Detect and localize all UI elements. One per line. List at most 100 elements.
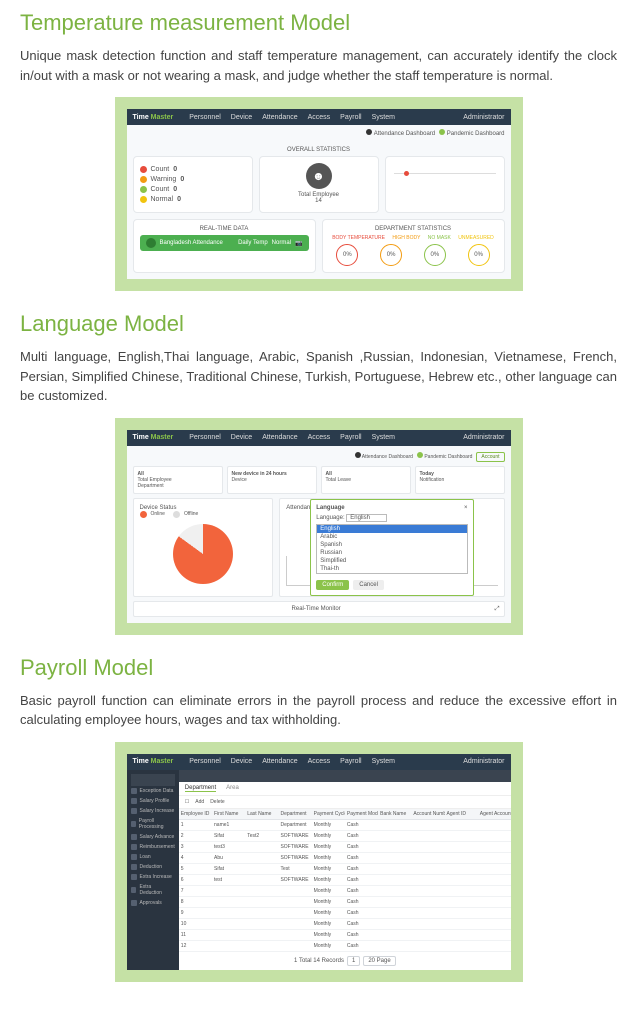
lang-option[interactable]: Thai-th bbox=[317, 565, 466, 573]
menu-icon bbox=[131, 900, 137, 906]
table-row[interactable]: 4AbuSOFTWAREMonthlyCash bbox=[179, 853, 511, 864]
tab[interactable]: Area bbox=[226, 785, 239, 792]
table-cell bbox=[445, 908, 478, 918]
table-cell bbox=[378, 886, 411, 896]
section-payroll: Payroll Model Basic payroll function can… bbox=[20, 655, 617, 982]
dept-card: DEPARTMENT STATISTICS BODY TEMPERATURE H… bbox=[322, 219, 505, 273]
admin-label[interactable]: Administrator bbox=[463, 434, 504, 441]
sidebar-item[interactable]: Payroll Processing bbox=[131, 816, 175, 832]
admin-label[interactable]: Administrator bbox=[463, 114, 504, 121]
sidebar-item[interactable]: Extra Deduction bbox=[131, 882, 175, 898]
emp-pill[interactable]: Bangladesh Attendance Daily Temp Normal … bbox=[140, 235, 309, 251]
lang-option[interactable]: Russian bbox=[317, 549, 466, 557]
nav-item[interactable]: Personnel bbox=[189, 114, 221, 121]
camera-icon: 📷 bbox=[295, 240, 302, 247]
lang-option[interactable]: Spanish bbox=[317, 541, 466, 549]
sidebar-item[interactable]: Exception Data bbox=[131, 786, 175, 796]
table-cell: 6 bbox=[179, 875, 212, 885]
table-header: Bank Name bbox=[378, 809, 411, 819]
nav-item[interactable]: System bbox=[372, 434, 395, 441]
nav-item[interactable]: Attendance bbox=[262, 114, 297, 121]
add-button[interactable]: Add bbox=[195, 799, 204, 805]
language-select[interactable]: English bbox=[346, 514, 387, 522]
table-row[interactable]: 8MonthlyCash bbox=[179, 897, 511, 908]
menu-icon bbox=[131, 798, 137, 804]
table-row[interactable]: 3test3SOFTWAREMonthlyCash bbox=[179, 842, 511, 853]
menu-icon bbox=[131, 864, 137, 870]
sidebar-item[interactable]: Deduction bbox=[131, 862, 175, 872]
table-cell bbox=[445, 875, 478, 885]
dashboard-toggle[interactable]: Pandemic Dashboard bbox=[417, 452, 472, 462]
table-row[interactable]: 6testSOFTWAREMonthlyCash bbox=[179, 875, 511, 886]
table-cell bbox=[478, 897, 511, 907]
table-cell bbox=[212, 908, 245, 918]
pager-page[interactable]: 1 bbox=[347, 956, 360, 966]
table-cell bbox=[411, 897, 444, 907]
table-cell bbox=[278, 919, 311, 929]
nav-item[interactable]: Access bbox=[308, 114, 331, 121]
table-cell bbox=[411, 919, 444, 929]
nav-item[interactable]: Access bbox=[308, 758, 331, 765]
table-cell bbox=[245, 820, 278, 830]
nav-item[interactable]: Device bbox=[231, 434, 252, 441]
nav-item[interactable]: Personnel bbox=[189, 434, 221, 441]
dot-icon bbox=[140, 186, 147, 193]
section-title: Temperature measurement Model bbox=[20, 10, 617, 36]
table-cell bbox=[411, 853, 444, 863]
checkbox-icon[interactable]: ☐ bbox=[185, 799, 189, 805]
dashboard-toggle[interactable]: Attendance Dashboard bbox=[355, 452, 413, 462]
sidebar-item[interactable]: Loan bbox=[131, 852, 175, 862]
table-row[interactable]: 2SifatTest2SOFTWAREMonthlyCash bbox=[179, 831, 511, 842]
close-icon[interactable]: × bbox=[464, 505, 468, 511]
expand-icon[interactable]: ⤢ bbox=[495, 606, 500, 613]
nav-item[interactable]: Payroll bbox=[340, 758, 361, 765]
nav-item[interactable]: Attendance bbox=[262, 434, 297, 441]
table-row[interactable]: 9MonthlyCash bbox=[179, 908, 511, 919]
nav-item[interactable]: Payroll bbox=[340, 114, 361, 121]
nav-item[interactable]: System bbox=[372, 758, 395, 765]
table-cell bbox=[378, 897, 411, 907]
nav-item[interactable]: Personnel bbox=[189, 758, 221, 765]
nav-item[interactable]: Attendance bbox=[262, 758, 297, 765]
emp-name: Bangladesh Attendance bbox=[160, 240, 223, 246]
table-row[interactable]: 11MonthlyCash bbox=[179, 930, 511, 941]
sidebar-item[interactable]: Salary Advance bbox=[131, 832, 175, 842]
tab[interactable]: Department bbox=[185, 785, 216, 792]
delete-button[interactable]: Delete bbox=[210, 799, 224, 805]
account-button[interactable]: Account bbox=[476, 452, 504, 462]
sidebar-item[interactable]: Approvals bbox=[131, 898, 175, 908]
table-row[interactable]: 1name1DepartmentMonthlyCash bbox=[179, 820, 511, 831]
table-row[interactable]: 12MonthlyCash bbox=[179, 941, 511, 952]
cancel-button[interactable]: Cancel bbox=[353, 580, 384, 590]
lang-option[interactable]: English bbox=[317, 525, 466, 533]
table-cell bbox=[478, 886, 511, 896]
nav-item[interactable]: Payroll bbox=[340, 434, 361, 441]
nav-item[interactable]: System bbox=[372, 114, 395, 121]
dashboard-mode-attendance[interactable]: Attendance Dashboard bbox=[366, 129, 435, 137]
table-header: Payment Cycle bbox=[312, 809, 345, 819]
table-row[interactable]: 10MonthlyCash bbox=[179, 919, 511, 930]
sidebar: Exception DataSalary ProfileSalary Incre… bbox=[127, 770, 179, 970]
sidebar-item[interactable]: Salary Increase bbox=[131, 806, 175, 816]
table-row[interactable]: 7MonthlyCash bbox=[179, 886, 511, 897]
lang-option[interactable]: Simplified bbox=[317, 557, 466, 565]
table-cell: Cash bbox=[345, 864, 378, 874]
table-header: Employee ID bbox=[179, 809, 212, 819]
nav-item[interactable]: Device bbox=[231, 114, 252, 121]
nav-item[interactable]: Access bbox=[308, 434, 331, 441]
sidebar-item[interactable]: Reimbursement bbox=[131, 842, 175, 852]
nav-item[interactable]: Device bbox=[231, 758, 252, 765]
admin-label[interactable]: Administrator bbox=[463, 758, 504, 765]
dashboard-mode-pandemic[interactable]: Pandemic Dashboard bbox=[439, 129, 504, 137]
sidebar-item[interactable]: Salary Profile bbox=[131, 796, 175, 806]
table-cell bbox=[445, 842, 478, 852]
table-cell: Monthly bbox=[312, 886, 345, 896]
table-cell bbox=[245, 897, 278, 907]
pager-size[interactable]: 20 Page bbox=[363, 956, 395, 966]
table-row[interactable]: 5SifatTestMonthlyCash bbox=[179, 864, 511, 875]
confirm-button[interactable]: Confirm bbox=[316, 580, 349, 590]
lang-option[interactable]: Arabic bbox=[317, 533, 466, 541]
sidebar-item[interactable]: Extra Increase bbox=[131, 872, 175, 882]
table-cell bbox=[478, 941, 511, 951]
table-cell bbox=[378, 930, 411, 940]
